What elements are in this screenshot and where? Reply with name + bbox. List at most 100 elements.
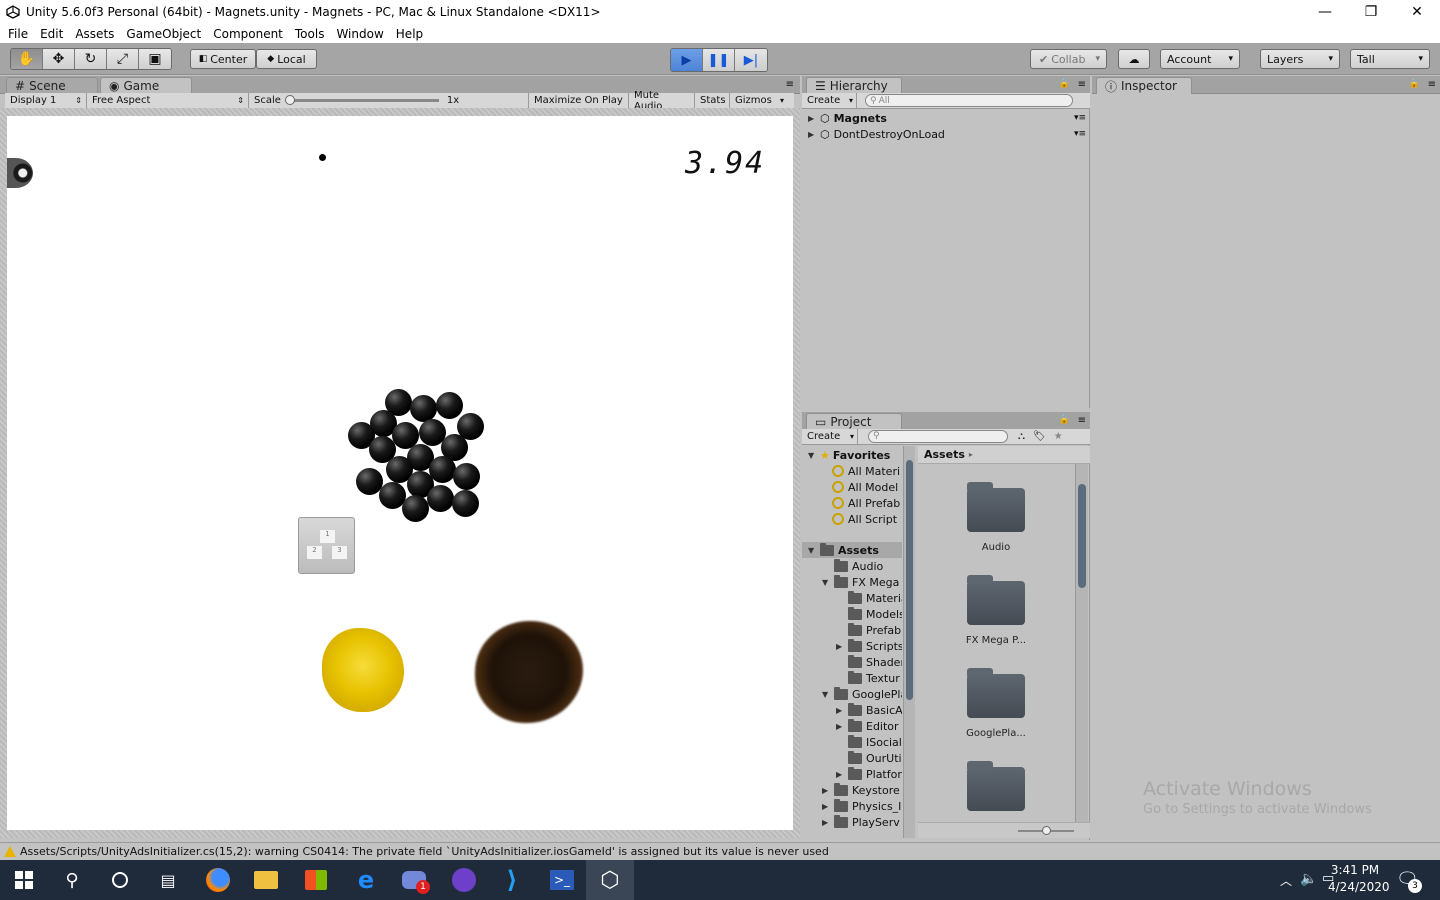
row-menu-icon[interactable]: ▾≡ — [1074, 113, 1086, 123]
tab-project[interactable]: ▭ Project — [806, 413, 902, 430]
scale-slider[interactable] — [284, 95, 439, 105]
menu-gameobject[interactable]: GameObject — [120, 27, 207, 41]
expand-arrow-icon[interactable]: ▶ — [836, 642, 848, 651]
clock[interactable]: 3:41 PM 4/24/2020 — [1328, 863, 1390, 894]
hierarchy-row-dontdestroyonload[interactable]: ▶ ⬡ DontDestroyOnLoad ▾≡ — [808, 126, 1086, 142]
expand-arrow-icon[interactable]: ▶ — [808, 114, 820, 123]
stats-toggle[interactable]: Stats — [695, 92, 730, 109]
unity-app[interactable]: ⬡ — [586, 860, 634, 900]
hierarchy-create-dropdown[interactable]: Create ▾ — [802, 92, 857, 109]
edge-app[interactable]: e — [342, 860, 390, 900]
powershell-app[interactable]: >_ — [538, 860, 586, 900]
assets-root[interactable]: ▼ Assets — [802, 542, 902, 558]
asset-tree-item[interactable]: Shader — [836, 654, 902, 670]
menu-edit[interactable]: Edit — [34, 27, 69, 41]
menu-help[interactable]: Help — [390, 27, 429, 41]
favorite-star-icon[interactable]: ★ — [1054, 431, 1063, 442]
expand-arrow-icon[interactable]: ▶ — [836, 706, 848, 715]
icon-size-slider[interactable] — [1018, 826, 1074, 835]
layout-dropdown[interactable]: Tall — [1350, 49, 1430, 69]
console-status-bar[interactable]: Assets/Scripts/UnityAdsInitializer.cs(15… — [0, 842, 1440, 860]
panel-menu-icon[interactable]: ≡ — [786, 79, 794, 90]
asset-tree-item[interactable]: Prefab — [836, 622, 901, 638]
collapse-arrow-icon[interactable]: ▼ — [808, 546, 820, 555]
start-button[interactable] — [0, 860, 48, 900]
collab-dropdown[interactable]: ✔ Collab — [1030, 49, 1107, 69]
lock-icon[interactable]: 🔒 — [1059, 415, 1070, 425]
folder-icon[interactable] — [967, 761, 1025, 811]
asset-tree-item[interactable]: Models — [836, 606, 902, 622]
volume-icon[interactable]: 🔈 — [1300, 871, 1317, 887]
menu-component[interactable]: Component — [207, 27, 289, 41]
asset-tree-item[interactable]: ▼ GooglePla — [822, 686, 902, 702]
play-button[interactable]: ▶ — [671, 49, 703, 71]
gizmos-dropdown[interactable]: Gizmos ▾ — [730, 93, 786, 109]
scale-tool-icon[interactable]: ⤢ — [107, 49, 139, 69]
minimize-button[interactable]: — — [1302, 0, 1348, 24]
cortana-button[interactable] — [96, 860, 144, 900]
asset-tree-item[interactable]: ▶ PlayServ — [822, 814, 900, 830]
rotate-tool-icon[interactable]: ↻ — [75, 49, 107, 69]
firefox-app[interactable] — [194, 860, 242, 900]
asset-tree-item[interactable]: ▶ Scripts — [836, 638, 902, 654]
hierarchy-row-magnets[interactable]: ▶ ⬡ Magnets ▾≡ — [808, 110, 1086, 126]
menu-window[interactable]: Window — [330, 27, 389, 41]
asset-tree-item[interactable]: OurUtil — [836, 750, 902, 766]
account-dropdown[interactable]: Account — [1160, 49, 1240, 69]
folder-icon[interactable] — [967, 482, 1025, 532]
project-create-dropdown[interactable]: Create ▾ — [802, 428, 858, 445]
panel-menu-icon[interactable]: ≡ — [1078, 79, 1086, 90]
expand-arrow-icon[interactable]: ▶ — [822, 802, 834, 811]
menu-file[interactable]: File — [2, 27, 34, 41]
asset-tree-item[interactable]: ▶ Physics_I — [822, 798, 901, 814]
collapse-arrow-icon[interactable]: ▼ — [822, 690, 834, 699]
hierarchy-search-input[interactable]: ⚲ All — [865, 94, 1073, 107]
aspect-dropdown[interactable]: Free Aspect ⇕ — [87, 92, 249, 109]
collapse-arrow-icon[interactable]: ▼ — [808, 451, 820, 460]
pivot-center-button[interactable]: ◧ Center — [190, 49, 256, 69]
asset-tree-item[interactable]: ▶ Keystore — [822, 782, 900, 798]
task-view-button[interactable]: ▤ — [144, 860, 192, 900]
mute-audio-toggle[interactable]: Mute Audio — [629, 90, 695, 112]
project-search-input[interactable]: ⚲ — [868, 430, 1008, 443]
grid-scrollbar[interactable] — [1075, 464, 1088, 822]
icon-size-slider-thumb[interactable] — [1042, 826, 1051, 835]
display-dropdown[interactable]: Display 1 ⇕ — [5, 92, 87, 109]
step-button[interactable]: ▶| — [735, 49, 767, 71]
cloud-button[interactable]: ☁ — [1118, 49, 1150, 69]
expand-arrow-icon[interactable]: ▶ — [808, 130, 820, 139]
tree-scroll-thumb[interactable] — [906, 460, 913, 700]
grid-scroll-thumb[interactable] — [1078, 484, 1086, 588]
pause-button[interactable]: ❚❚ — [703, 49, 735, 71]
asset-tree-item[interactable]: ISocial — [836, 734, 902, 750]
filter-label-icon[interactable]: 🏷 — [1033, 431, 1046, 442]
discord-app[interactable]: 1 — [390, 860, 438, 900]
vscode-app[interactable]: ⟩ — [488, 860, 536, 900]
breadcrumb-assets[interactable]: Assets — [924, 448, 965, 461]
rect-tool-icon[interactable]: ▣ — [139, 49, 171, 69]
pivot-local-button[interactable]: ◆ Local — [256, 49, 317, 69]
favorites-header[interactable]: ▼ ★ Favorites — [808, 447, 890, 463]
expand-arrow-icon[interactable]: ▶ — [836, 770, 848, 779]
expand-arrow-icon[interactable]: ▶ — [836, 722, 848, 731]
game-view[interactable]: 3.94 1 2 3 — [7, 116, 793, 830]
menu-tools[interactable]: Tools — [289, 27, 331, 41]
file-explorer-app[interactable] — [242, 860, 290, 900]
maximize-button[interactable]: ❐ — [1348, 0, 1394, 24]
asset-tree-item[interactable]: ▶ Platfor — [836, 766, 902, 782]
expand-arrow-icon[interactable]: ▶ — [822, 786, 834, 795]
lock-icon[interactable]: 🔒 — [1409, 79, 1420, 89]
collapse-arrow-icon[interactable]: ▼ — [822, 578, 834, 587]
tree-scrollbar[interactable] — [903, 446, 915, 838]
row-menu-icon[interactable]: ▾≡ — [1074, 129, 1086, 139]
tray-overflow-icon[interactable]: ︿ — [1280, 872, 1292, 889]
scale-slider-thumb[interactable] — [284, 95, 295, 105]
favorite-item[interactable]: All Script — [832, 511, 897, 527]
panel-menu-icon[interactable]: ≡ — [1428, 79, 1436, 90]
favorite-item[interactable]: All Prefab — [832, 495, 900, 511]
asset-tree-item[interactable]: ▶ Editor — [836, 718, 899, 734]
maximize-on-play-toggle[interactable]: Maximize On Play — [529, 92, 629, 109]
move-tool-icon[interactable]: ✥ — [43, 49, 75, 69]
asset-tree-item[interactable]: Textur — [836, 670, 900, 686]
favorite-item[interactable]: All Model — [832, 479, 898, 495]
